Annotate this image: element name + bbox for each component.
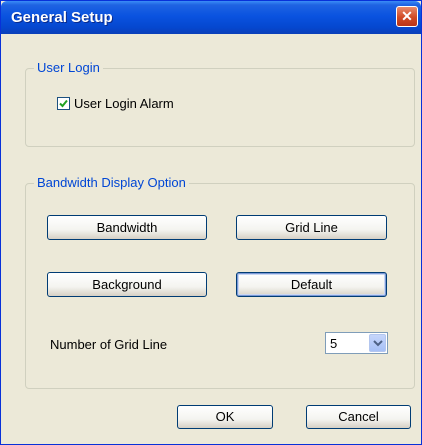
ok-button[interactable]: OK bbox=[177, 405, 273, 429]
bandwidth-display-group-label: Bandwidth Display Option bbox=[34, 175, 189, 190]
background-button-label: Background bbox=[92, 277, 162, 292]
close-button[interactable]: ✕ bbox=[396, 6, 418, 27]
default-button-label: Default bbox=[290, 277, 333, 292]
cancel-button[interactable]: Cancel bbox=[306, 405, 411, 429]
user-login-group: User Login User Login Alarm bbox=[25, 60, 415, 147]
user-login-group-label: User Login bbox=[34, 60, 103, 75]
bandwidth-display-group: Bandwidth Display Option Bandwidth Grid … bbox=[25, 175, 415, 389]
ok-button-label: OK bbox=[215, 409, 235, 424]
window-title: General Setup bbox=[11, 9, 113, 26]
title-bar[interactable]: General Setup ✕ bbox=[1, 1, 421, 34]
grid-line-count-value: 5 bbox=[330, 336, 338, 351]
grid-line-button-label: Grid Line bbox=[285, 220, 338, 235]
user-login-alarm-label[interactable]: User Login Alarm bbox=[74, 96, 174, 111]
grid-line-button[interactable]: Grid Line bbox=[236, 215, 387, 240]
check-icon bbox=[59, 99, 68, 108]
bandwidth-button[interactable]: Bandwidth bbox=[47, 215, 207, 240]
grid-line-count-label: Number of Grid Line bbox=[50, 337, 168, 352]
background-button[interactable]: Background bbox=[47, 272, 207, 297]
chevron-down-icon bbox=[373, 340, 383, 347]
general-setup-dialog: General Setup ✕ User Login User Login Al… bbox=[0, 0, 422, 445]
user-login-alarm-checkbox[interactable] bbox=[57, 97, 70, 110]
grid-line-count-select[interactable]: 5 bbox=[325, 332, 388, 354]
bandwidth-button-label: Bandwidth bbox=[96, 220, 158, 235]
close-icon: ✕ bbox=[401, 8, 413, 24]
grid-line-count-dropdown-button[interactable] bbox=[369, 334, 386, 352]
default-button[interactable]: Default bbox=[236, 272, 387, 297]
cancel-button-label: Cancel bbox=[338, 409, 379, 424]
